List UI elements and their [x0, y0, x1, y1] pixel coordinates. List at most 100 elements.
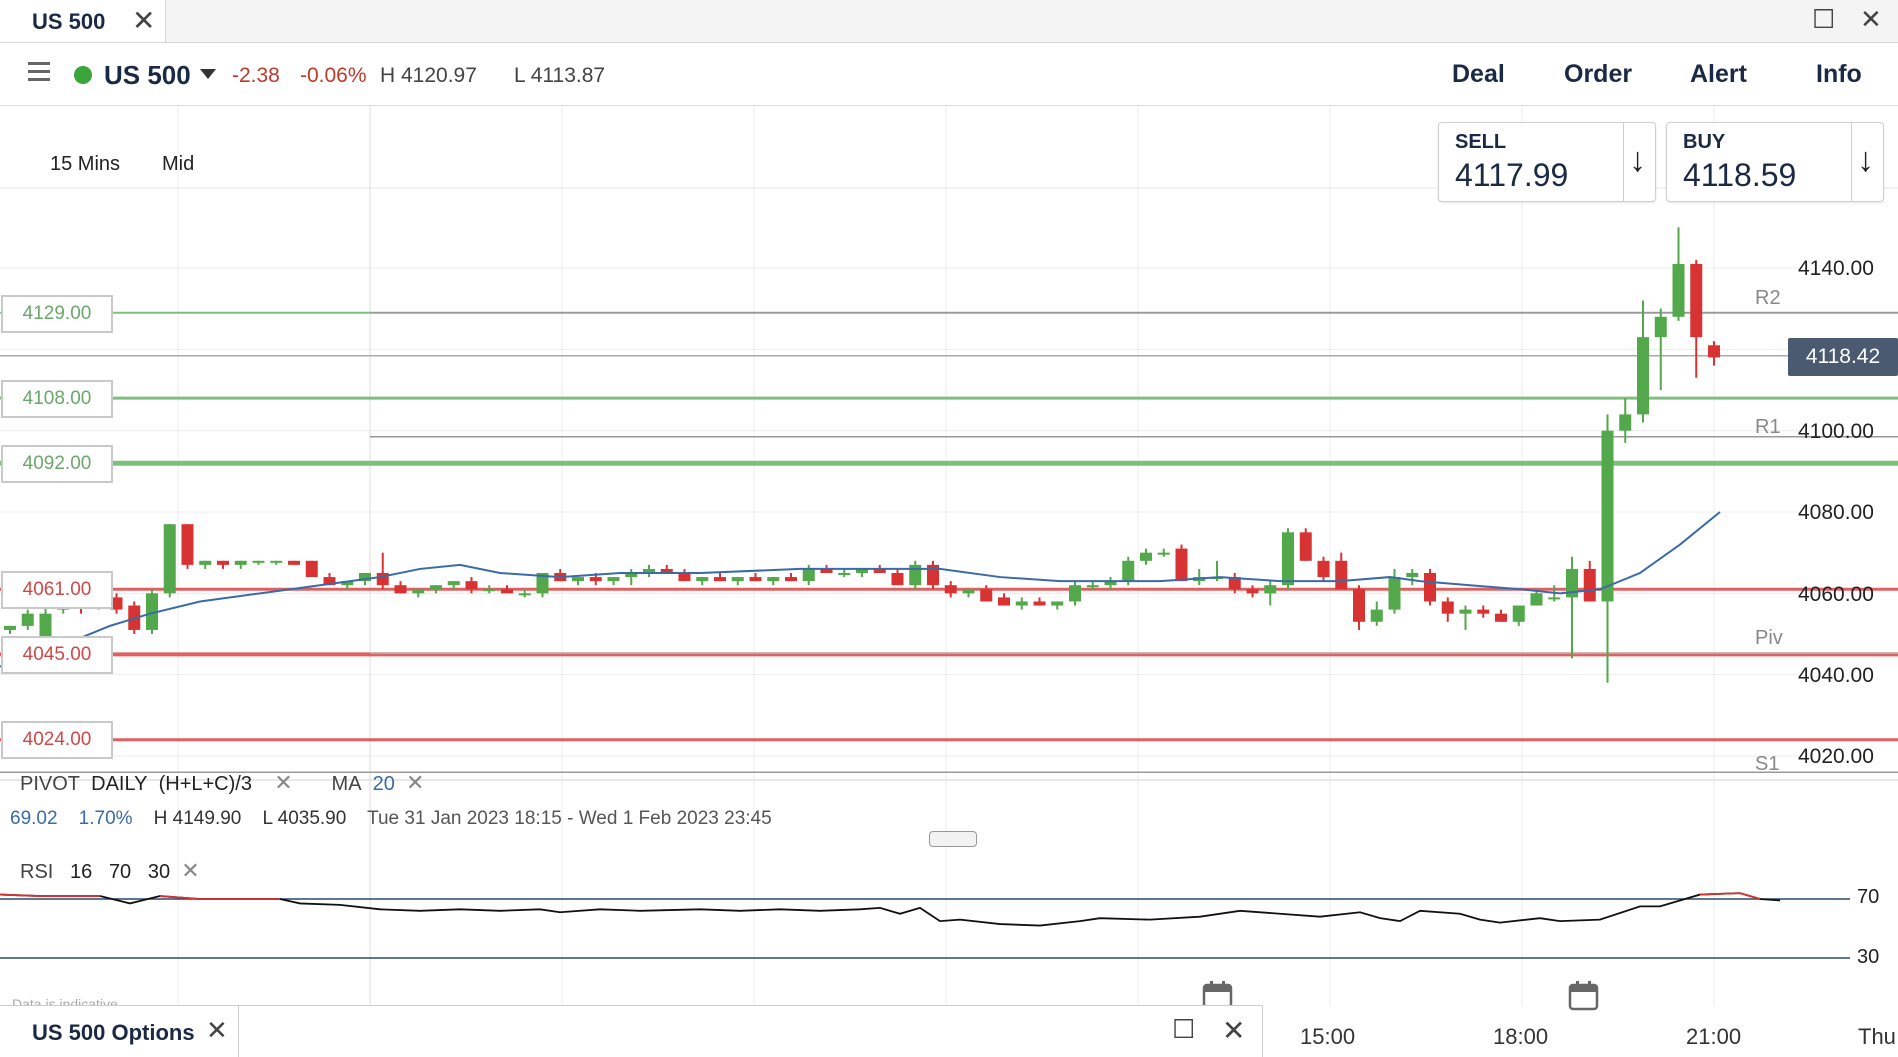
candle-body	[1317, 560, 1330, 578]
close-window-icon[interactable]: ✕	[1860, 4, 1882, 35]
candle-body	[927, 564, 939, 586]
sell-button[interactable]: SELL 4117.99 ↓	[1438, 122, 1656, 202]
interval-selector[interactable]: 15 Mins	[50, 153, 120, 176]
remove-ma-icon[interactable]: ✕	[406, 770, 424, 795]
candle-body	[217, 560, 229, 565]
deal-button[interactable]: Deal	[1452, 60, 1505, 89]
hamburger-menu-icon[interactable]	[28, 62, 50, 82]
candle-body	[802, 568, 815, 582]
close-tab-icon[interactable]: ✕	[206, 1015, 228, 1046]
rsi-overbought-line	[0, 892, 1761, 900]
candle-body	[1175, 548, 1188, 582]
candle-body	[21, 613, 34, 626]
candle-body	[944, 585, 957, 594]
candle-body	[234, 560, 247, 565]
candle-body	[998, 597, 1010, 606]
candle-body	[1495, 613, 1507, 622]
buy-price: 4118.59	[1683, 157, 1797, 193]
bottom-tab-panel: US 500 Options ✕ ☐ ✕	[0, 1005, 1263, 1057]
y-tick: 4040.00	[1798, 664, 1874, 687]
candle-body	[1583, 568, 1596, 602]
candle-body	[749, 577, 762, 582]
pivot-study-period: DAILY	[91, 773, 148, 795]
price-chart[interactable]	[0, 106, 1898, 1006]
alert-button[interactable]: Alert	[1690, 60, 1747, 89]
pivot-label-r2: R2	[1755, 287, 1781, 309]
info-button[interactable]: Info	[1816, 60, 1862, 89]
candle-body	[501, 589, 513, 594]
candle-body	[1299, 532, 1312, 561]
candle-body	[678, 573, 691, 582]
candle-body	[572, 577, 584, 582]
candle-body	[731, 577, 744, 582]
candle-body	[1512, 605, 1525, 622]
range-low: L 4035.90	[262, 808, 347, 829]
candle-body	[1335, 560, 1348, 590]
close-tab-icon[interactable]: ✕	[132, 4, 155, 37]
y-tick: 4100.00	[1798, 420, 1874, 443]
calendar-icon[interactable]	[1568, 980, 1600, 1012]
candle-body	[1015, 601, 1028, 606]
tab-title: US 500	[32, 9, 106, 34]
rsi-line	[0, 892, 1781, 927]
level-label-4024[interactable]: 4024.00	[1, 721, 113, 759]
market-name[interactable]: US 500	[104, 60, 191, 91]
candle-body	[447, 581, 460, 586]
ma-study-period: 20	[372, 773, 395, 795]
pivot-study-formula: (H+L+C)/3	[158, 773, 252, 795]
tab-us500-options[interactable]: US 500 Options ✕	[0, 1006, 239, 1057]
candle-body	[1140, 552, 1152, 561]
rsi-period: 16	[70, 861, 93, 883]
market-open-indicator	[74, 66, 92, 84]
candle-body	[1654, 316, 1667, 338]
level-label-4061[interactable]: 4061.00	[1, 571, 113, 609]
candle-body	[696, 577, 709, 582]
pivot-label-piv: Piv	[1755, 627, 1783, 649]
candle-body	[767, 577, 780, 582]
candle-body	[1548, 597, 1561, 600]
price-type-selector[interactable]: Mid	[162, 153, 194, 176]
candle-body	[980, 589, 993, 602]
day-low: L 4113.87	[514, 64, 606, 87]
y-tick: 4020.00	[1798, 745, 1874, 768]
candle-body	[199, 560, 212, 565]
close-window-icon[interactable]: ✕	[1222, 1014, 1245, 1047]
panel-resize-handle[interactable]	[929, 831, 977, 847]
last-price-tag: 4118.42	[1788, 338, 1898, 376]
price-change-pct: -0.06%	[300, 64, 367, 87]
level-label-4092[interactable]: 4092.00	[1, 445, 113, 483]
range-change-pct: 1.70%	[78, 808, 133, 829]
level-label-4108[interactable]: 4108.00	[1, 380, 113, 418]
candle-body	[714, 577, 726, 582]
candle-body	[1530, 593, 1543, 606]
candle-body	[4, 625, 16, 630]
candle-body	[1459, 609, 1472, 614]
candle-body	[270, 560, 283, 563]
range-change: 69.02	[10, 808, 58, 829]
level-label-4045[interactable]: 4045.00	[1, 636, 113, 674]
order-button[interactable]: Order	[1564, 60, 1632, 89]
buy-button[interactable]: BUY 4118.59 ↓	[1666, 122, 1884, 202]
candle-body	[838, 573, 851, 575]
caret-down-icon[interactable]	[200, 69, 216, 79]
pivot-label-s1: S1	[1755, 753, 1780, 775]
remove-rsi-icon[interactable]: ✕	[181, 858, 199, 883]
y-tick: 4140.00	[1798, 257, 1874, 280]
candle-body	[252, 560, 265, 563]
rsi-lower: 30	[147, 861, 171, 883]
candle-body	[962, 589, 975, 594]
level-label-4129[interactable]: 4129.00	[1, 295, 113, 333]
candle-body	[518, 593, 531, 596]
candle-body	[785, 577, 797, 582]
candle-body	[288, 560, 300, 565]
remove-pivot-icon[interactable]: ✕	[274, 770, 292, 795]
maximize-icon[interactable]: ☐	[1172, 1014, 1195, 1045]
candle-body	[1086, 585, 1099, 588]
maximize-icon[interactable]: ☐	[1812, 4, 1835, 35]
candle-body	[1441, 601, 1454, 614]
rsi-axis-70: 70	[1857, 886, 1880, 908]
pivot-study-name: PIVOT	[20, 773, 81, 795]
tab-bar	[0, 0, 1898, 43]
rsi-axis-30: 30	[1857, 946, 1880, 968]
tab-us500[interactable]: US 500 ✕	[0, 0, 166, 42]
